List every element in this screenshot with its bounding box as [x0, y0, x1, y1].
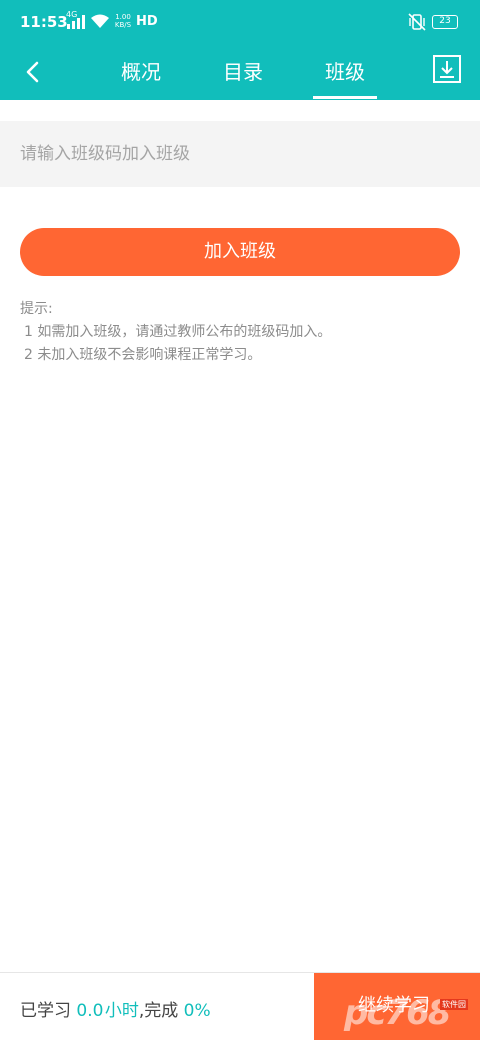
tab-overview[interactable]: 概况	[108, 56, 174, 85]
watermark-logo: pc768	[344, 993, 451, 1033]
class-code-input[interactable]	[0, 121, 480, 187]
tip-line: 1 如需加入班级，请通过教师公布的班级码加入。	[24, 324, 332, 340]
status-bar: 11:53 4G 1.00 KB/S HD 23	[0, 0, 480, 44]
studied-label: 已学习	[20, 1001, 71, 1021]
completed-label: ,完成	[138, 1001, 179, 1021]
signal-icon	[67, 15, 85, 29]
download-icon[interactable]	[432, 54, 462, 84]
study-hours: 0.0	[76, 1001, 104, 1021]
app-header: 11:53 4G 1.00 KB/S HD 23 概况 目录 班级	[0, 0, 480, 100]
tab-catalog[interactable]: 目录	[210, 56, 276, 85]
tip-line: 2 未加入班级不会影响课程正常学习。	[24, 347, 262, 363]
wifi-icon	[91, 14, 109, 28]
bottom-bar: 已学习 0.0 小时,完成 0% 继续学习 pc768 软件园	[0, 972, 480, 1040]
class-code-field-container	[0, 121, 480, 187]
active-tab-indicator	[313, 96, 377, 99]
completion-percent: 0%	[183, 1001, 211, 1021]
vibrate-icon	[408, 13, 426, 31]
network-speed-value: 1.00	[115, 13, 131, 21]
tips-section: 提示: 1 如需加入班级，请通过教师公布的班级码加入。 2 未加入班级不会影响课…	[20, 298, 331, 367]
network-speed-unit: KB/S	[114, 21, 132, 29]
join-class-button[interactable]: 加入班级	[20, 228, 460, 276]
status-time: 11:53	[20, 13, 68, 31]
back-arrow-icon[interactable]	[16, 54, 52, 90]
hours-unit: 小时	[104, 1001, 139, 1021]
hd-indicator: HD	[136, 14, 158, 29]
watermark-tag: 软件园	[440, 999, 468, 1010]
tab-class[interactable]: 班级	[312, 56, 378, 85]
study-progress: 已学习 0.0 小时,完成 0%	[20, 996, 211, 1021]
battery-icon: 23	[432, 15, 458, 29]
tips-title: 提示:	[20, 301, 53, 317]
nav-bar: 概况 目录 班级	[0, 44, 480, 100]
